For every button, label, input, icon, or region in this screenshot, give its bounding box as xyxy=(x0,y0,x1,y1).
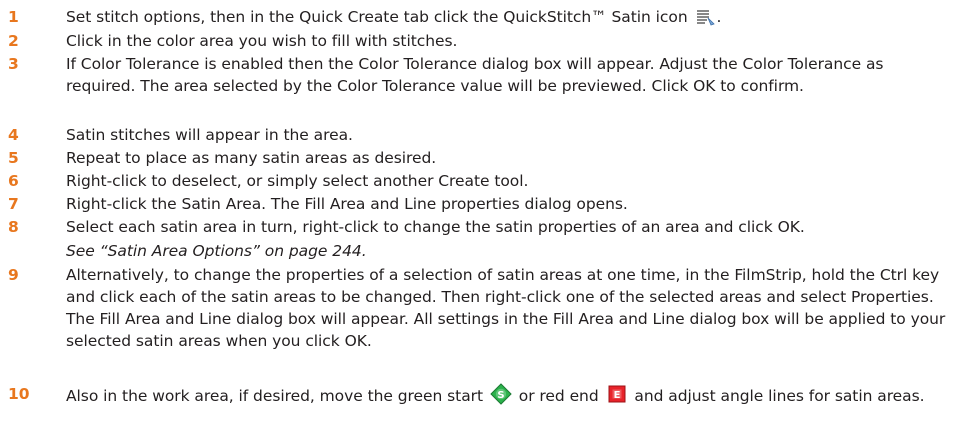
step-number: 3 xyxy=(8,55,19,73)
step-text: Click in the color area you wish to fill… xyxy=(66,32,458,50)
step-text-part: or red end xyxy=(518,387,599,405)
step-number: 6 xyxy=(8,172,19,190)
step-number: 1 xyxy=(8,8,19,26)
step-text: Also in the work area, if desired, move … xyxy=(66,383,955,411)
step-text: Satin stitches will appear in the area. xyxy=(66,126,353,144)
step-number: 4 xyxy=(8,126,19,144)
step-text-part: and adjust angle lines for satin areas. xyxy=(634,387,925,405)
step-text: Set stitch options, then in the Quick Cr… xyxy=(66,6,955,32)
step-text-part: . xyxy=(716,8,722,26)
step-number: 7 xyxy=(8,195,19,213)
step-text-part: Select each satin area in turn, right-cl… xyxy=(66,218,805,236)
green-start-marker-icon: S xyxy=(490,383,512,411)
step-text: Right-click to deselect, or simply selec… xyxy=(66,172,529,190)
step-text: Select each satin area in turn, right-cl… xyxy=(66,216,955,262)
step-text-part: Set stitch options, then in the Quick Cr… xyxy=(66,8,688,26)
step-number: 9 xyxy=(8,266,19,284)
step-number: 2 xyxy=(8,32,19,50)
step-number: 10 xyxy=(8,385,30,403)
step-text-part: Also in the work area, if desired, move … xyxy=(66,387,484,405)
cross-reference-link[interactable]: See “Satin Area Options” on page 244. xyxy=(66,240,955,262)
svg-text:S: S xyxy=(497,390,504,401)
red-end-marker-icon: E xyxy=(606,383,628,411)
step-text: Repeat to place as many satin areas as d… xyxy=(66,149,437,167)
step-text: Alternatively, to change the properties … xyxy=(66,266,946,350)
step-text: If Color Tolerance is enabled then the C… xyxy=(66,55,884,95)
step-number: 5 xyxy=(8,149,19,167)
step-number: 8 xyxy=(8,218,19,236)
step-text: Right-click the Satin Area. The Fill Are… xyxy=(66,195,628,213)
quickstitch-satin-icon xyxy=(695,8,715,32)
svg-text:E: E xyxy=(613,390,620,401)
